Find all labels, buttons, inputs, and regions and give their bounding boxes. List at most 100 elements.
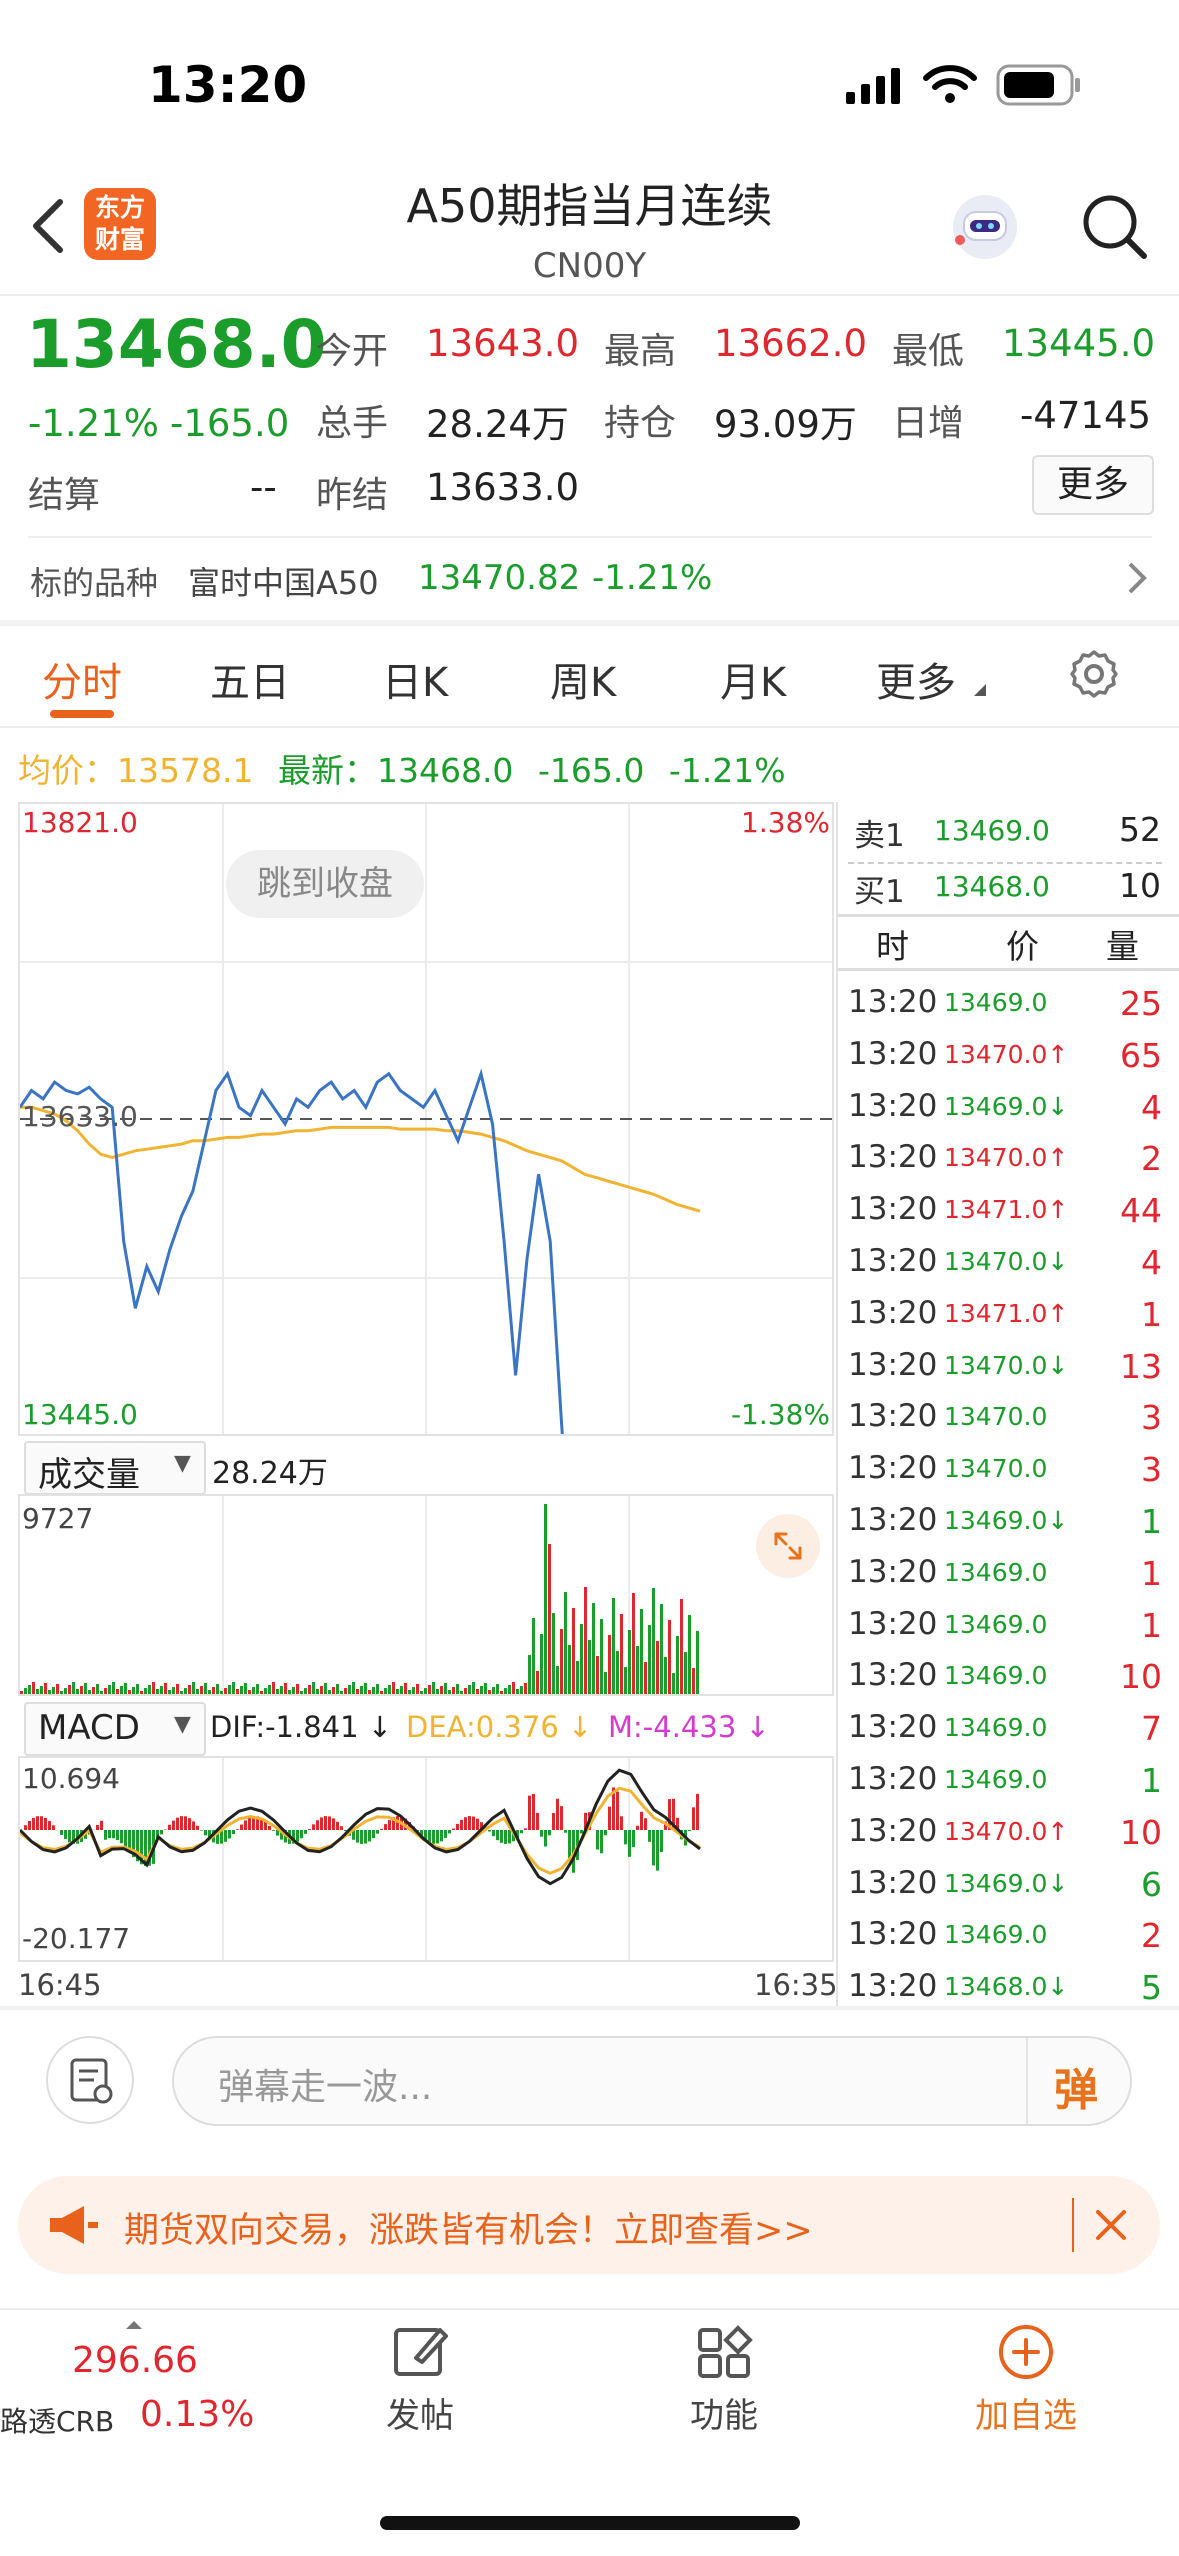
volume-bar	[552, 1613, 555, 1694]
settings-gear-icon[interactable]	[1068, 648, 1120, 704]
macd-histogram-bar	[616, 1791, 619, 1830]
volume-bar	[684, 1652, 687, 1694]
tick-volume: 3	[1141, 1398, 1162, 1438]
underlying-row[interactable]: 标的品种 富时中国A50 13470.82 -1.21%	[0, 540, 1179, 616]
tick-price: 13469.0	[944, 1920, 1047, 1949]
volume-bar	[52, 1687, 55, 1694]
macd-histogram-bar	[196, 1825, 199, 1830]
volume-bar	[236, 1689, 239, 1694]
volume-bar	[44, 1683, 47, 1694]
tab-weekly-k[interactable]: 周K	[550, 650, 616, 708]
volume-bar	[304, 1688, 307, 1694]
search-icon[interactable]	[1080, 192, 1150, 266]
volume-bar	[116, 1689, 119, 1694]
danmu-input[interactable]: 弹幕走一波... 弹	[172, 2036, 1132, 2126]
volume-bar	[348, 1685, 351, 1694]
macd-chart-svg	[20, 1758, 701, 1960]
volume-bar	[516, 1689, 519, 1694]
macd-histogram-bar	[644, 1818, 647, 1830]
add-watchlist-button[interactable]: 加自选	[936, 2322, 1116, 2442]
volume-bar	[148, 1685, 151, 1694]
tab-daily-k[interactable]: 日K	[382, 650, 448, 708]
volume-bar	[296, 1684, 299, 1694]
close-icon[interactable]	[1092, 2206, 1130, 2248]
macd-selector[interactable]: MACD ▼	[24, 1702, 206, 1756]
tick-price: 13469.0	[944, 1713, 1047, 1742]
volume-bar	[172, 1687, 175, 1694]
tick-price: 13471.0↑	[944, 1299, 1068, 1328]
macd-histogram-bar	[444, 1830, 447, 1838]
tick-price-value: 13470.0	[944, 1350, 1048, 1380]
volume-bar	[652, 1588, 655, 1694]
tick-time: 13:20	[848, 1502, 938, 1538]
danmu-toggle-button[interactable]: 弹	[1054, 2054, 1098, 2118]
notes-icon[interactable]	[46, 2036, 134, 2124]
volume-bar	[340, 1691, 343, 1694]
macd-histogram-bar	[600, 1830, 603, 1854]
macd-histogram-bar	[248, 1817, 251, 1830]
macd-histogram-bar	[488, 1830, 491, 1832]
volume-bar	[548, 1544, 551, 1694]
tick-price-value: 13469.0	[944, 1868, 1048, 1898]
volume-bar	[324, 1683, 327, 1694]
volume-bar	[644, 1662, 647, 1694]
macd-histogram-bar	[548, 1830, 551, 1836]
macd-histogram-bar	[112, 1830, 115, 1839]
volume-bar	[372, 1687, 375, 1694]
tick-volume: 10	[1120, 1812, 1162, 1852]
macd-histogram-bar	[536, 1812, 539, 1830]
function-button[interactable]: 功能	[634, 2322, 814, 2442]
post-button[interactable]: 发帖	[330, 2322, 510, 2442]
tick-time: 13:20	[848, 1968, 938, 2005]
price-max-pct-label: 1.38%	[741, 806, 830, 839]
latest-label: 最新：	[277, 751, 377, 790]
tick-volume: 4	[1141, 1243, 1162, 1282]
macd-histogram-bar	[120, 1830, 123, 1844]
volume-bar	[40, 1686, 43, 1694]
tab-monthly-k[interactable]: 月K	[720, 650, 786, 708]
tick-direction-icon: ↓	[1047, 1868, 1069, 1898]
tick-time: 13:20	[848, 1191, 938, 1228]
macd-histogram-bar	[308, 1829, 311, 1830]
jump-to-close-button[interactable]: 跳到收盘	[226, 850, 424, 918]
low-value: 13445.0	[1002, 322, 1156, 365]
robot-avatar-icon[interactable]	[948, 190, 1022, 268]
underlying-label: 标的品种	[30, 564, 159, 602]
macd-histogram-bar	[36, 1816, 39, 1830]
tick-price: 13469.0	[944, 988, 1047, 1017]
promo-banner[interactable]: 期货双向交易，涨跌皆有机会！立即查看>>	[18, 2176, 1160, 2274]
tick-direction-icon: ↓	[1047, 1350, 1069, 1380]
volume-bar	[152, 1682, 155, 1694]
volume-selector[interactable]: 成交量 ▼	[24, 1441, 206, 1495]
volume-bar	[584, 1587, 587, 1694]
tab-more[interactable]: 更多	[876, 650, 956, 708]
ticker-name: 路透CRB	[0, 2405, 115, 2438]
tab-intraday[interactable]: 分时	[42, 650, 122, 708]
macd-histogram-bar	[316, 1820, 319, 1830]
tick-row: 13:20 13471.0↑ 1	[846, 1287, 1162, 1339]
tab-five-day[interactable]: 五日	[210, 650, 290, 708]
bottom-ticker[interactable]: 296.66 路透CRB 0.13%	[0, 2312, 260, 2452]
price-chart[interactable]: 13821.0 1.38% 13633.0 13445.0 -1.38% 跳到收…	[18, 802, 834, 1436]
volume-bar	[272, 1682, 275, 1694]
macd-histogram-bar	[552, 1812, 555, 1830]
more-quote-button[interactable]: 更多	[1032, 455, 1154, 515]
price-min-pct-label: -1.38%	[730, 1398, 830, 1431]
volume-bar	[244, 1683, 247, 1694]
volume-bar	[524, 1683, 527, 1694]
volume-bar	[444, 1683, 447, 1694]
volume-bar	[168, 1690, 171, 1694]
tick-price: 13469.0	[944, 1558, 1047, 1587]
tick-price: 13470.0↓	[944, 1247, 1068, 1276]
macd-histogram-bar	[24, 1825, 27, 1830]
tick-price-value: 13469.0	[944, 988, 1048, 1017]
tick-volume: 44	[1120, 1191, 1162, 1231]
volume-bar	[72, 1682, 75, 1694]
caret-down-icon: ▼	[174, 1712, 191, 1737]
volume-bar	[228, 1685, 231, 1694]
bid-price: 13468.0	[934, 870, 1050, 903]
volume-bar	[680, 1599, 683, 1694]
volume-bar	[256, 1684, 259, 1694]
expand-icon[interactable]	[756, 1514, 820, 1578]
volume-bar	[440, 1686, 443, 1694]
